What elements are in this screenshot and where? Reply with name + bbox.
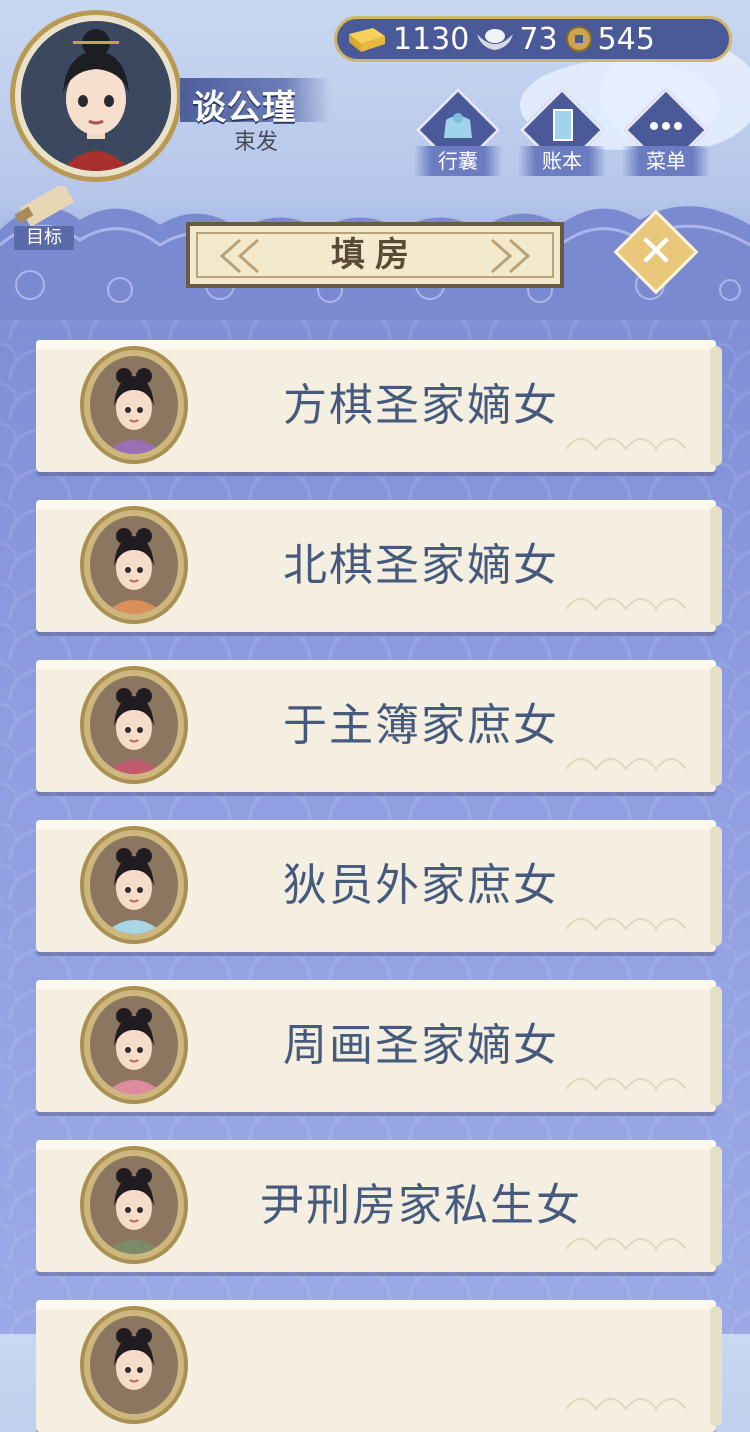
menu-button[interactable]: 菜单 (622, 87, 710, 184)
candidate-card[interactable]: 于主簿家庶女 (36, 660, 722, 792)
scroll-icon (14, 182, 75, 228)
candidate-card[interactable]: 方棋圣家嫡女 (36, 340, 722, 472)
player-name: 谈公瑾 (192, 88, 297, 128)
candidate-card[interactable] (36, 1300, 722, 1432)
panel-title: 填房 (331, 235, 419, 275)
bag-icon (444, 113, 472, 138)
candidate-portrait (80, 1306, 188, 1424)
candidate-portrait (80, 826, 188, 944)
candidate-name: 于主簿家庶女 (283, 700, 559, 751)
candidate-portrait (80, 346, 188, 464)
candidate-portrait (80, 986, 188, 1104)
currency-silver: 73 (475, 22, 558, 57)
currency-gold: 1130 (343, 22, 469, 57)
player-age-stage: 束发 (234, 130, 279, 155)
candidate-portrait (80, 666, 188, 784)
goal-button[interactable]: 目标 (8, 182, 82, 250)
currency-copper: 545 (564, 22, 655, 57)
silver-ingot-icon (477, 29, 514, 50)
gold-ingot-icon (349, 28, 385, 52)
player-portrait-icon (21, 21, 171, 171)
candidate-card[interactable]: 狄员外家庶女 (36, 820, 722, 952)
more-dots-icon (650, 122, 682, 130)
candidate-name: 方棋圣家嫡女 (283, 380, 559, 431)
ledger-book-icon (553, 109, 573, 141)
lady-portrait-icon (104, 1168, 164, 1254)
player-avatar[interactable] (10, 10, 182, 182)
candidate-portrait (80, 1146, 188, 1264)
lady-portrait-icon (104, 688, 164, 774)
candidate-card[interactable]: 周画圣家嫡女 (36, 980, 722, 1112)
candidate-name (196, 1300, 646, 1432)
lady-portrait-icon (104, 1008, 164, 1094)
candidate-portrait (80, 506, 188, 624)
candidate-name: 尹刑房家私生女 (260, 1180, 582, 1231)
close-icon[interactable]: ✕ (626, 222, 686, 282)
candidate-name: 狄员外家庶女 (283, 860, 559, 911)
lady-portrait-icon (104, 368, 164, 454)
candidate-card[interactable]: 尹刑房家私生女 (36, 1140, 722, 1272)
lady-portrait-icon (104, 848, 164, 934)
candidate-name: 北棋圣家嫡女 (283, 540, 559, 591)
copper-coin-icon (565, 26, 592, 52)
candidate-name: 周画圣家嫡女 (283, 1020, 559, 1071)
ledger-button[interactable]: 账本 (518, 87, 606, 184)
panel-title-banner: 填房 (186, 222, 564, 288)
candidate-card[interactable]: 北棋圣家嫡女 (36, 500, 722, 632)
bag-button[interactable]: 行囊 (414, 87, 502, 184)
lady-portrait-icon (104, 1328, 164, 1414)
currency-bar: 1130 73 545 (334, 16, 732, 62)
lady-portrait-icon (104, 528, 164, 614)
